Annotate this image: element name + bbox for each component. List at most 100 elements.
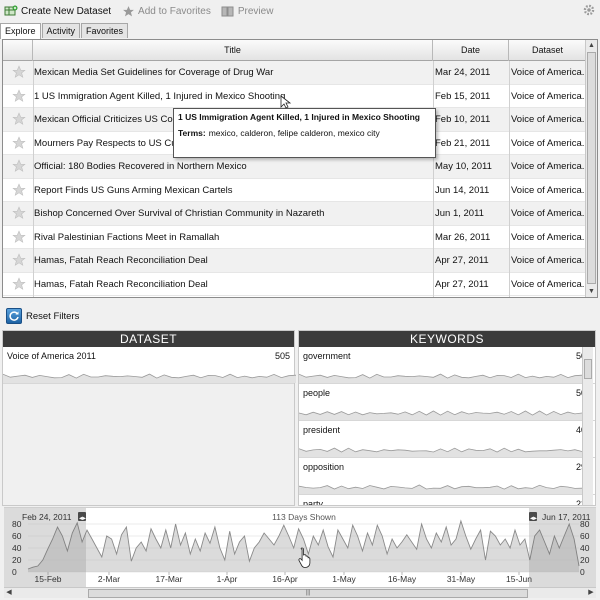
scrollbar-thumb[interactable]: ||| xyxy=(88,589,528,598)
row-date: Mar 24, 2011 xyxy=(435,67,491,78)
reset-filters-button[interactable]: Reset Filters xyxy=(6,308,79,324)
row-dataset: Voice of America... xyxy=(511,90,585,102)
favorite-star-icon[interactable] xyxy=(12,229,26,244)
scroll-right-arrow-icon[interactable]: ▶ xyxy=(586,588,596,598)
create-dataset-button[interactable]: Create New Dataset xyxy=(4,4,111,18)
favorite-star-icon[interactable] xyxy=(12,206,26,220)
tab-activity[interactable]: Activity xyxy=(41,23,81,38)
row-date: Apr 27, 2011 xyxy=(435,255,489,266)
facet-item[interactable]: government505 xyxy=(299,347,595,384)
scrollbar-thumb[interactable] xyxy=(587,52,596,284)
x-tick-label: 2-Mar xyxy=(98,574,120,584)
tab-favorites[interactable]: Favorites xyxy=(81,23,129,38)
scrollbar-thumb[interactable] xyxy=(584,359,592,379)
toolbar: Create New Dataset Add to Favorites Prev… xyxy=(0,0,600,22)
dataset-panel: DATASET Voice of America 2011 505 xyxy=(2,330,296,506)
handle-arrows-icon: ◀▶ xyxy=(530,516,537,521)
x-tick-label: 1-May xyxy=(332,574,356,584)
table-row[interactable]: Report Finds US Guns Arming Mexican Cart… xyxy=(3,178,587,202)
tab-explore[interactable]: Explore xyxy=(0,23,41,39)
facet-item[interactable]: Voice of America 2011 505 xyxy=(3,347,296,384)
x-tick-label: 17-Mar xyxy=(156,574,183,584)
row-dataset: Voice of America... xyxy=(511,114,585,125)
facet-name: government xyxy=(303,351,351,361)
row-dataset: Voice of America... xyxy=(511,255,585,266)
table-row[interactable]: Mexican Media Set Guidelines for Coverag… xyxy=(3,61,587,85)
title-column-header[interactable]: Title xyxy=(33,40,433,61)
preview-button[interactable]: Preview xyxy=(221,4,274,18)
add-to-favorites-button[interactable]: Add to Favorites xyxy=(121,4,211,18)
table-row[interactable]: Official: 180 Bodies Recovered in Northe… xyxy=(3,155,587,179)
star-icon xyxy=(121,4,135,18)
filter-bar: Reset Filters xyxy=(0,305,600,327)
timeline-start-date: Feb 24, 2011 xyxy=(22,512,72,522)
preview-label: Preview xyxy=(237,5,274,17)
favorite-star-icon[interactable] xyxy=(12,135,26,150)
dataset-panel-header: DATASET xyxy=(3,331,294,347)
row-title: 1 US Immigration Agent Killed, 1 Injured… xyxy=(34,90,286,102)
timeline-end-date: Jun 17, 2011 xyxy=(542,512,591,522)
tooltip-terms-value: mexico, calderon, felipe calderon, mexic… xyxy=(208,128,380,138)
star-column-header[interactable] xyxy=(3,40,33,61)
facet-name: party xyxy=(303,499,324,506)
favorite-star-icon[interactable] xyxy=(12,65,26,79)
row-dataset: Voice of America... xyxy=(511,137,585,149)
row-date: Feb 15, 2011 xyxy=(435,90,491,102)
keywords-scrollbar[interactable] xyxy=(582,347,593,505)
row-dataset: Voice of America... xyxy=(511,67,585,78)
facet-item[interactable]: president409 xyxy=(299,421,595,458)
tab-bar: Explore Activity Favorites xyxy=(0,23,129,39)
row-date: May 10, 2011 xyxy=(435,161,492,172)
favorite-star-icon[interactable] xyxy=(12,112,26,126)
row-dataset: Voice of America... xyxy=(511,208,585,219)
table-row[interactable]: Bishop Concerned Over Survival of Christ… xyxy=(3,202,587,226)
row-dataset: Voice of America... xyxy=(511,184,585,196)
scroll-up-arrow-icon[interactable]: ▲ xyxy=(586,40,597,51)
favorite-star-icon[interactable] xyxy=(12,182,26,197)
x-tick-label: 15-Jun xyxy=(506,574,532,584)
x-tick-label: 16-Apr xyxy=(272,574,298,584)
scroll-left-arrow-icon[interactable]: ◀ xyxy=(4,588,14,598)
facet-sparkline xyxy=(3,373,296,383)
facet-count: 505 xyxy=(274,351,290,361)
documents-table: Title Date Dataset Mexican Media Set Gui… xyxy=(2,39,598,298)
table-row[interactable]: 1 US Immigration Agent Killed, 1 Injured… xyxy=(3,84,587,108)
keywords-panel: KEYWORDS government505people505president… xyxy=(298,330,596,506)
table-row[interactable]: Hamas, Fatah Reach Reconciliation Deal Ap… xyxy=(3,272,587,296)
row-date: Jun 14, 2011 xyxy=(435,184,490,196)
row-date: Feb 21, 2011 xyxy=(435,137,491,149)
facet-item[interactable]: people505 xyxy=(299,384,595,421)
row-date: Jun 1, 2011 xyxy=(435,208,484,219)
row-date: Apr 27, 2011 xyxy=(435,278,489,290)
create-dataset-label: Create New Dataset xyxy=(21,5,112,17)
table-row[interactable]: Rival Palestinian Factions Meet in Ramal… xyxy=(3,225,587,249)
row-title: Hamas, Fatah Reach Reconciliation Deal xyxy=(34,255,208,266)
row-title: Official: 180 Bodies Recovered in Northe… xyxy=(34,161,247,172)
facet-sparkline xyxy=(299,410,582,420)
x-tick-label: 16-May xyxy=(388,574,417,584)
favorite-star-icon[interactable] xyxy=(12,253,26,267)
timeline-chart[interactable]: 80 80 60 60 40 40 20 20 0 0 ◀▶ ◀▶ Feb 24, 2011 Jun 17… xyxy=(4,507,596,588)
favorite-star-icon[interactable] xyxy=(12,88,26,103)
facet-sparkline xyxy=(299,447,582,457)
handle-arrows-icon: ◀▶ xyxy=(79,516,86,521)
gear-icon[interactable] xyxy=(582,3,596,17)
table-body: Mexican Media Set Guidelines for Coverag… xyxy=(3,61,587,296)
table-scrollbar[interactable]: ▲ ▼ xyxy=(585,40,597,297)
facet-item[interactable]: party222 xyxy=(299,495,595,506)
date-column-header[interactable]: Date xyxy=(433,40,509,61)
dataset-column-header[interactable]: Dataset xyxy=(509,40,587,61)
mouse-pointer-icon xyxy=(280,95,292,109)
document-tooltip: 1 US Immigration Agent Killed, 1 Injured… xyxy=(173,108,436,158)
favorite-star-icon[interactable] xyxy=(12,159,26,173)
timeline-scrollbar[interactable]: ◀ ||| ▶ xyxy=(4,587,596,598)
scroll-down-arrow-icon[interactable]: ▼ xyxy=(586,286,597,297)
timeline-svg: 80 8060 6040 4020 200 0◀▶ ◀▶Feb 24, 2011 Jun 17… xyxy=(4,508,596,588)
row-dataset: Voice of America... xyxy=(511,161,585,172)
table-row[interactable]: Hamas, Fatah Reach Reconciliation Deal Ap… xyxy=(3,249,587,273)
facet-name: people xyxy=(303,388,331,398)
x-tick-label: 31-May xyxy=(447,574,476,584)
facet-item[interactable]: opposition299 xyxy=(299,458,595,495)
row-title: Hamas, Fatah Reach Reconciliation Deal xyxy=(34,278,208,290)
favorite-star-icon[interactable] xyxy=(12,276,26,291)
